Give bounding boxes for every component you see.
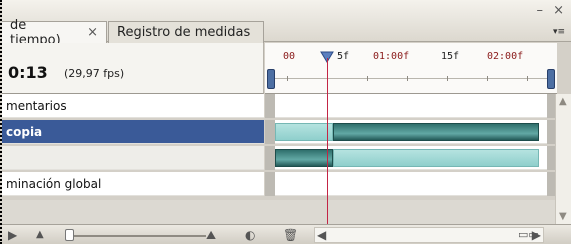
ruler-tick [287, 76, 288, 81]
layer-list: mentarios copia minación global [2, 94, 557, 224]
large-mountain-icon[interactable]: ⛰ [206, 228, 216, 243]
layer-row[interactable]: minación global [2, 172, 557, 196]
clip-dark[interactable] [275, 149, 333, 167]
ruler-label: 15f [441, 51, 460, 62]
layer-name[interactable] [2, 146, 264, 170]
layer-track[interactable] [265, 146, 557, 170]
tab-bar: de tiempo) × Registro de medidas – × ▾≡ [2, 0, 571, 48]
playhead-line [327, 58, 328, 224]
window-controls[interactable]: – × [536, 3, 567, 18]
ruler-tick [367, 76, 368, 81]
scroll-up-icon[interactable]: ▲ [559, 96, 567, 107]
layer-track[interactable] [265, 120, 557, 144]
panel-menu-icon[interactable]: ▾≡ [553, 27, 567, 39]
layer-track[interactable] [265, 172, 557, 196]
track-gutter [265, 146, 275, 170]
bottom-toolbar: ▶ ▲ ⛰ ◐ 🗑 ◀ ▶ ▭▭ [2, 224, 571, 244]
ruler-label: 5f [337, 51, 350, 62]
layer-name[interactable]: minación global [2, 172, 264, 196]
ruler-label: 01:00f [373, 51, 410, 62]
ruler-tick [487, 76, 488, 81]
tab-registro-de-medidas[interactable]: Registro de medidas [108, 21, 264, 43]
layer-row[interactable]: mentarios [2, 94, 557, 118]
scroll-down-icon[interactable]: ▼ [559, 211, 567, 222]
tab-registro-label: Registro de medidas [117, 25, 251, 40]
empty-layer-area [2, 200, 557, 224]
tab-timeline[interactable]: de tiempo) × [2, 18, 107, 48]
vertical-scrollbar[interactable]: ▲ ▼ [555, 94, 571, 224]
ruler-label: 00 [283, 51, 296, 62]
clip-light[interactable] [275, 123, 333, 141]
layer-row[interactable] [2, 146, 557, 170]
track-gutter [265, 172, 275, 196]
clip-dark[interactable] [333, 123, 539, 141]
layer-track[interactable] [265, 94, 557, 118]
trash-icon[interactable]: 🗑 [283, 228, 298, 242]
timeline-panel: de tiempo) × Registro de medidas – × ▾≡ … [0, 0, 571, 244]
layer-name[interactable]: copia [2, 120, 264, 144]
track-gutter [265, 94, 275, 118]
ruler-tick [447, 76, 448, 81]
track-gutter [265, 120, 275, 144]
play-icon[interactable]: ▶ [8, 228, 17, 242]
frame-view-icon[interactable]: ▭▭ [518, 228, 539, 241]
frame-rate: (29,97 fps) [64, 67, 125, 80]
close-tab-icon[interactable]: × [87, 25, 98, 40]
zoom-slider-track[interactable] [66, 235, 206, 237]
small-mountain-icon[interactable]: ▲ [36, 229, 44, 240]
work-area-end-handle[interactable] [547, 69, 555, 89]
ruler-label: 02:00f [487, 51, 524, 62]
onion-skin-icon[interactable]: ◐ [245, 228, 255, 242]
scroll-left-icon[interactable]: ◀ [317, 228, 326, 242]
layer-name[interactable]: mentarios [2, 94, 264, 118]
ruler-tick [407, 76, 408, 81]
ruler-tick [527, 76, 528, 81]
horizontal-scrollbar[interactable]: ◀ ▶ [314, 227, 544, 243]
current-timecode[interactable]: 0:13 [8, 63, 48, 82]
time-ruler[interactable]: 00 5f 01:00f 15f 02:00f [265, 43, 557, 94]
current-time-area: 0:13 (29,97 fps) [2, 43, 264, 94]
clip-light[interactable] [333, 149, 539, 167]
layer-row-selected[interactable]: copia [2, 120, 557, 144]
work-area-start-handle[interactable] [267, 69, 275, 89]
zoom-slider-thumb[interactable] [65, 229, 74, 241]
ruler-line [273, 78, 549, 79]
